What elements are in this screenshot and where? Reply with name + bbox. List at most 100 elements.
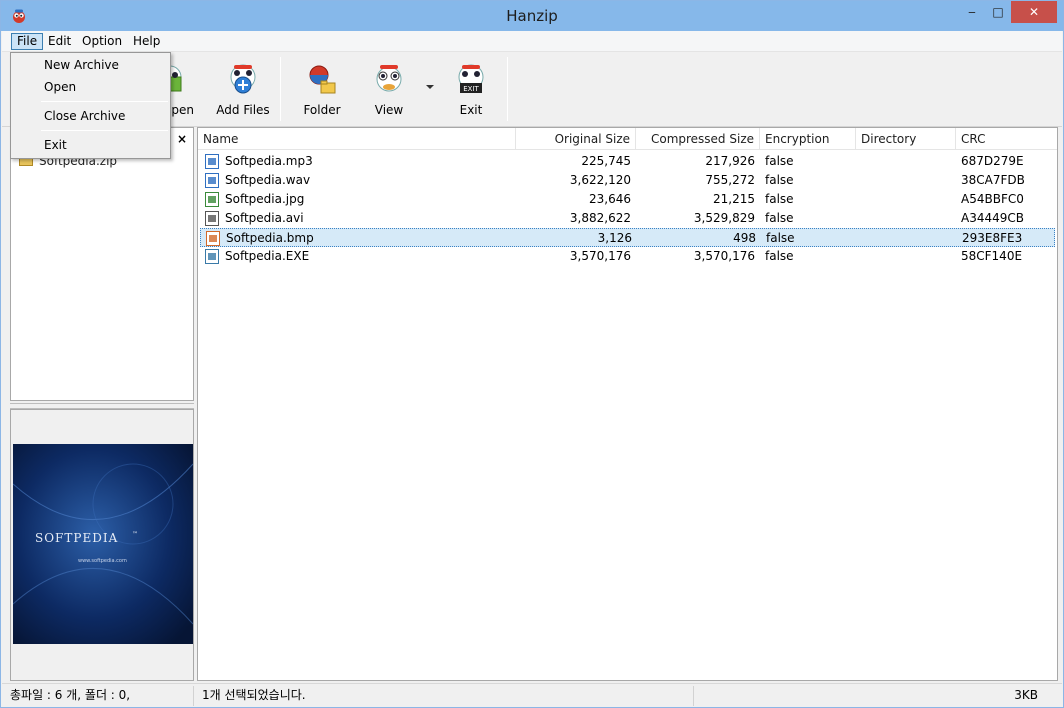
cell-crc: A34449CB	[961, 211, 1024, 225]
table-row[interactable]: Softpedia.jpg 23,646 21,215 false A54BBFC0	[200, 190, 1055, 209]
cell-original: 225,745	[581, 154, 631, 168]
window-title: Hanzip	[506, 7, 558, 25]
cell-crc: A54BBFC0	[961, 192, 1024, 206]
toolbar-separator	[507, 57, 508, 121]
image-file-icon	[205, 192, 219, 207]
bitmap-file-icon	[206, 231, 220, 246]
column-header-compressed-size[interactable]: Compressed Size	[636, 128, 760, 150]
cell-name: Softpedia.wav	[225, 173, 311, 187]
cell-directory	[856, 209, 956, 228]
table-row[interactable]: Softpedia.avi 3,882,622 3,529,829 false A344…	[200, 209, 1055, 228]
column-header-crc[interactable]: CRC	[956, 128, 1057, 150]
folder-label: Folder	[303, 103, 341, 117]
column-header-original-size[interactable]: Original Size	[516, 128, 636, 150]
maximize-button[interactable]: □	[985, 1, 1011, 23]
cell-encryption: false	[765, 211, 794, 225]
table-row[interactable]: Softpedia.mp3 225,745 217,926 false 687D279E	[200, 152, 1055, 171]
cell-compressed: 217,926	[705, 154, 755, 168]
menu-edit[interactable]: Edit	[43, 33, 76, 50]
cell-original: 3,126	[597, 231, 632, 245]
preview-brand: SOFTPEDIA	[35, 531, 118, 545]
status-totals: 총파일 : 6 개, 폴더 : 0,	[2, 686, 194, 706]
menu-item-close-archive[interactable]: Close Archive	[13, 105, 168, 127]
cell-encryption: false	[765, 173, 794, 187]
cell-directory	[856, 247, 956, 266]
add-files-icon	[230, 64, 256, 94]
preview-pane: SOFTPEDIA ™ www.softpedia.com	[10, 409, 194, 681]
cell-directory	[857, 229, 957, 248]
cell-original: 23,646	[589, 192, 631, 206]
cell-name: Softpedia.bmp	[226, 231, 314, 245]
cell-crc: 38CA7FDB	[961, 173, 1025, 187]
table-row[interactable]: Softpedia.bmp 3,126 498 false 293E8FE3	[200, 228, 1055, 247]
close-button[interactable]: ✕	[1011, 1, 1057, 23]
cell-name: Softpedia.avi	[225, 211, 304, 225]
cell-compressed: 755,272	[705, 173, 755, 187]
status-selection: 1개 선택되었습니다.	[194, 686, 694, 706]
cell-directory	[856, 152, 956, 171]
cell-name: Softpedia.EXE	[225, 249, 310, 263]
view-button[interactable]: View	[364, 59, 414, 121]
status-bar: 총파일 : 6 개, 폴더 : 0, 1개 선택되었습니다. 3KB	[2, 683, 1062, 707]
cell-crc: 687D279E	[961, 154, 1024, 168]
menu-separator	[41, 101, 168, 102]
column-header-encryption[interactable]: Encryption	[760, 128, 856, 150]
preview-image: SOFTPEDIA ™ www.softpedia.com	[13, 444, 193, 644]
column-header-directory[interactable]: Directory	[856, 128, 956, 150]
cell-crc: 58CF140E	[961, 249, 1023, 263]
audio-file-icon	[205, 154, 219, 169]
folder-icon	[309, 65, 336, 94]
video-file-icon	[205, 211, 219, 226]
cell-original: 3,882,622	[569, 211, 631, 225]
cell-compressed: 3,529,829	[693, 211, 755, 225]
cell-compressed: 3,570,176	[693, 249, 755, 263]
cell-directory	[856, 190, 956, 209]
cell-encryption: false	[765, 192, 794, 206]
table-row[interactable]: Softpedia.wav 3,622,120 755,272 false 38CA7F…	[200, 171, 1055, 190]
file-menu-dropdown: New Archive Open Close Archive Exit	[10, 52, 171, 159]
column-header-name[interactable]: Name	[198, 128, 516, 150]
menu-file[interactable]: File	[11, 33, 44, 50]
minimize-button[interactable]: ‒	[959, 1, 985, 23]
cell-encryption: false	[765, 249, 794, 263]
exit-button[interactable]: EXIT Exit	[446, 59, 496, 121]
menu-separator	[41, 130, 168, 131]
app-window: Hanzip ‒ □ ✕ File Edit Option Help Open	[0, 0, 1064, 708]
cell-name: Softpedia.mp3	[225, 154, 313, 168]
exit-label: Exit	[459, 103, 483, 117]
cell-original: 3,622,120	[569, 173, 631, 187]
cell-directory	[856, 171, 956, 190]
list-header: Name Original Size Compressed Size Encry…	[198, 128, 1057, 150]
menu-item-exit[interactable]: Exit	[13, 134, 168, 156]
svg-text:EXIT: EXIT	[463, 85, 479, 93]
menu-item-open[interactable]: Open	[13, 76, 168, 98]
menu-option[interactable]: Option	[77, 33, 127, 50]
cell-compressed: 498	[733, 231, 756, 245]
cell-compressed: 21,215	[713, 192, 755, 206]
tree-close-button[interactable]: ×	[177, 132, 187, 146]
cell-crc: 293E8FE3	[962, 231, 1023, 245]
audio-file-icon	[205, 173, 219, 188]
cell-name: Softpedia.jpg	[225, 192, 305, 206]
status-size: 3KB	[1014, 688, 1038, 702]
title-bar[interactable]: Hanzip ‒ □ ✕	[1, 1, 1063, 31]
archive-tree[interactable]: × Softpedia.zip	[10, 127, 194, 401]
cell-original: 3,570,176	[569, 249, 631, 263]
folder-button[interactable]: Folder	[297, 59, 347, 121]
exe-file-icon	[205, 249, 219, 264]
add-files-button[interactable]: Add Files	[212, 59, 274, 121]
left-pane: × Softpedia.zip SOFTPEDIA ™ www.softpedi…	[10, 127, 194, 681]
view-icon	[376, 65, 402, 92]
preview-trademark: ™	[132, 531, 138, 538]
menu-item-new-archive[interactable]: New Archive	[13, 54, 168, 76]
cell-encryption: false	[765, 154, 794, 168]
exit-icon: EXIT	[458, 64, 484, 93]
toolbar-separator	[280, 57, 281, 121]
menu-bar: File Edit Option Help	[2, 31, 1062, 52]
menu-help[interactable]: Help	[128, 33, 165, 50]
cell-encryption: false	[766, 231, 795, 245]
preview-url: www.softpedia.com	[78, 558, 127, 564]
table-row[interactable]: Softpedia.EXE 3,570,176 3,570,176 false 58CF…	[200, 247, 1055, 266]
view-label: View	[374, 103, 404, 117]
view-dropdown-arrow-icon[interactable]	[426, 85, 434, 89]
